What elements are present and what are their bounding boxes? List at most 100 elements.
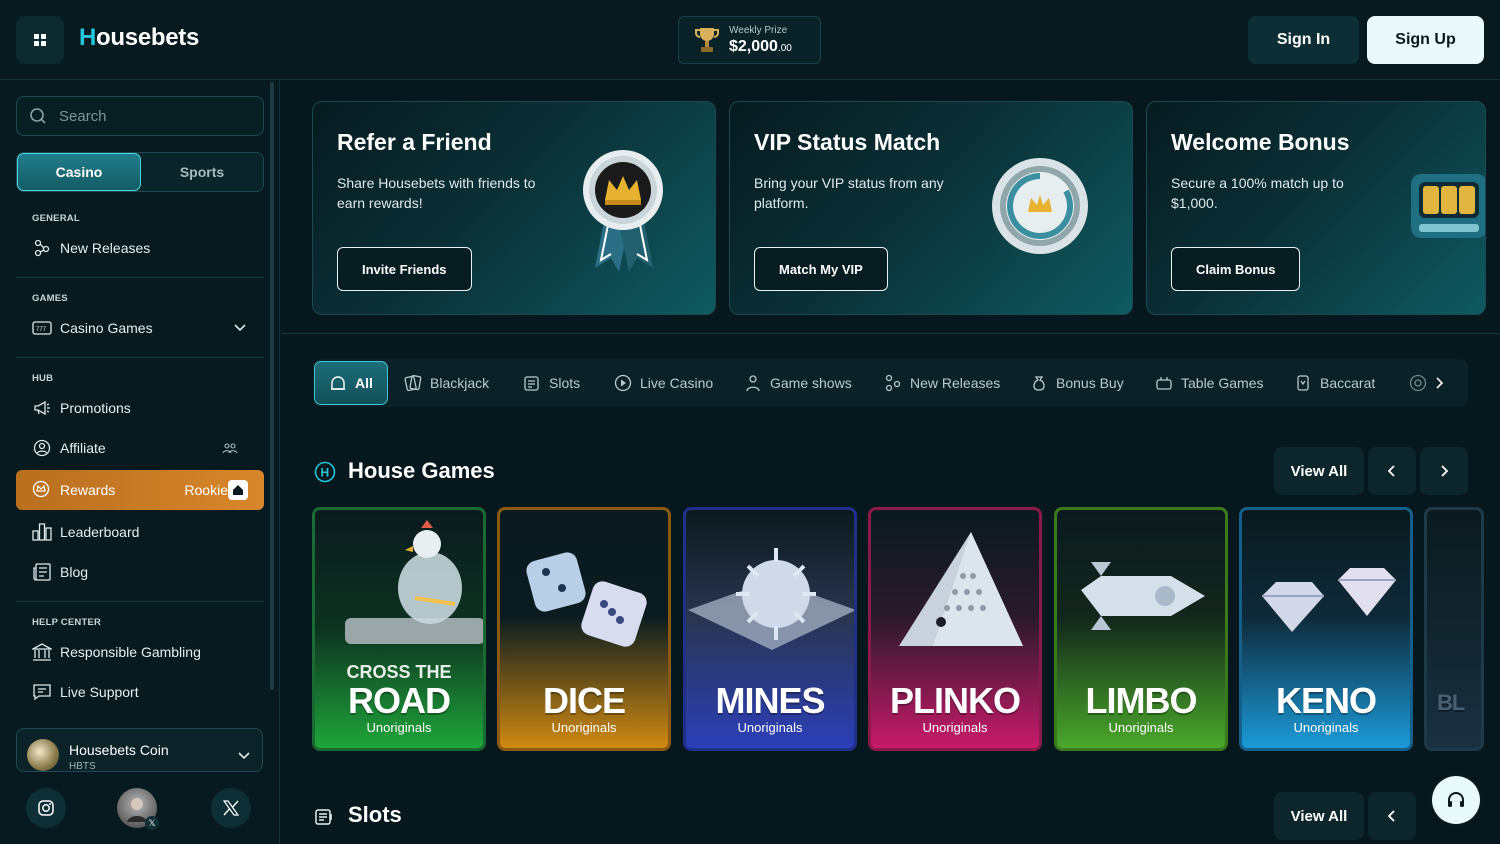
sidebar-item-live-support[interactable]: Live Support: [32, 680, 139, 704]
game-card-cross-the-road[interactable]: CROSS THE ROAD Unoriginals: [312, 507, 486, 751]
invite-friends-button[interactable]: Invite Friends: [337, 247, 472, 291]
newspaper-icon: [32, 562, 52, 582]
x-badge-icon: 𝕏: [145, 816, 159, 830]
house-games-view-all-button[interactable]: View All: [1274, 447, 1364, 495]
tab-bonus-buy[interactable]: Bonus Buy: [1030, 359, 1124, 407]
sidebar-item-new-releases[interactable]: New Releases: [32, 236, 150, 260]
chevron-down-icon[interactable]: [234, 324, 246, 332]
sidebar-item-label: Live Support: [60, 684, 139, 700]
sidebar-item-label: Responsible Gambling: [60, 644, 201, 660]
tab-slots[interactable]: Slots: [523, 359, 580, 407]
sidebar-item-label: Promotions: [60, 400, 131, 416]
banner-title: Welcome Bonus: [1171, 129, 1350, 155]
tab-game-shows[interactable]: Game shows: [744, 359, 852, 407]
banner-text: Secure a 100% match up to $1,000.: [1171, 175, 1344, 211]
sidebar-item-responsible-gambling[interactable]: Responsible Gambling: [32, 640, 201, 664]
banner-refer-friend[interactable]: Refer a Friend Share Housebets with frie…: [312, 101, 716, 315]
diamonds-art: [1262, 568, 1396, 632]
general-heading: GENERAL: [32, 213, 80, 224]
sidebar-item-label: New Releases: [60, 240, 151, 256]
sidebar-item-affiliate[interactable]: Affiliate: [32, 436, 238, 460]
house-games-prev-button[interactable]: [1368, 447, 1416, 495]
housebets-coin-widget[interactable]: Housebets Coin HBTS: [16, 728, 263, 772]
sidebar-scrollbar[interactable]: [270, 82, 274, 690]
tab-new-releases[interactable]: New Releases: [884, 359, 1000, 407]
claim-bonus-button[interactable]: Claim Bonus: [1171, 247, 1301, 291]
prize-value: $2,000.00: [729, 38, 792, 56]
top-bar: Housebets Weekly Prize $2,000.00 Sign In…: [0, 0, 1500, 80]
x-icon: [223, 800, 239, 816]
tab-table-games[interactable]: Table Games: [1155, 359, 1263, 407]
tab-baccarat[interactable]: Baccarat: [1294, 359, 1375, 407]
vip-coin-icon: [992, 158, 1088, 254]
tab-sports[interactable]: Sports: [141, 153, 263, 191]
chevron-right-icon[interactable]: [1435, 377, 1443, 389]
game-card-dice[interactable]: DICE Unoriginals: [497, 507, 671, 751]
coin-ticker: HBTS: [69, 761, 96, 772]
tab-label: All: [355, 375, 373, 391]
sidebar-item-promotions[interactable]: Promotions: [32, 396, 131, 420]
game-card-partial[interactable]: BL: [1424, 507, 1484, 751]
banner-welcome-bonus[interactable]: Welcome Bonus Secure a 100% match up to …: [1146, 101, 1486, 315]
tab-live-casino[interactable]: Live Casino: [614, 359, 713, 407]
rewards-rank: Rookie: [184, 482, 228, 498]
sign-up-button[interactable]: Sign Up: [1367, 16, 1484, 64]
x-link[interactable]: [211, 788, 251, 828]
slots-icon: [524, 376, 539, 391]
instagram-link[interactable]: [26, 788, 66, 828]
chat-icon: [32, 682, 52, 702]
match-my-vip-button[interactable]: Match My VIP: [754, 247, 888, 291]
logo[interactable]: Housebets: [79, 24, 199, 52]
house-games-icon: H: [314, 461, 336, 483]
game-card-keno[interactable]: KENO Unoriginals: [1239, 507, 1413, 751]
menu-button[interactable]: [16, 16, 64, 64]
house-games-next-button[interactable]: [1420, 447, 1468, 495]
game-card-provider: Unoriginals: [922, 720, 988, 735]
game-card-provider: Unoriginals: [551, 720, 617, 735]
sidebar-item-rewards[interactable]: Rewards Rookie: [16, 470, 264, 510]
founder-x-profile[interactable]: 𝕏: [117, 788, 159, 830]
game-card-limbo[interactable]: LIMBO Unoriginals: [1054, 507, 1228, 751]
sidebar-item-casino-games[interactable]: 777 Casino Games: [32, 316, 246, 340]
slot-machine-icon: 777: [32, 318, 52, 338]
game-card-title: KENO: [1275, 680, 1377, 721]
divider: [16, 357, 264, 358]
game-card-provider: Unoriginals: [366, 720, 432, 735]
tab-label: Blackjack: [430, 375, 490, 391]
tab-all[interactable]: All: [314, 361, 388, 405]
banner-vip-status-match[interactable]: VIP Status Match Bring your VIP status f…: [729, 101, 1133, 315]
slots-prev-button[interactable]: [1368, 792, 1416, 840]
search-input[interactable]: Search: [16, 96, 264, 136]
play-circle-icon: [614, 374, 632, 392]
chevron-left-icon: [1388, 810, 1395, 822]
sidebar-item-blog[interactable]: Blog: [32, 560, 88, 584]
coin-name: Housebets Coin: [69, 742, 169, 758]
logo-text: ousebets: [96, 24, 200, 51]
chevron-down-icon[interactable]: [238, 752, 250, 760]
sidebar-item-leaderboard[interactable]: Leaderboard: [32, 520, 139, 544]
headset-icon: [1448, 792, 1464, 807]
divider: [16, 601, 264, 602]
game-card-plinko[interactable]: PLINKO Unoriginals: [868, 507, 1042, 751]
slots-view-all-button[interactable]: View All: [1274, 792, 1364, 840]
game-card-mines[interactable]: MINES Unoriginals: [683, 507, 857, 751]
slot-machine-icon: [1411, 174, 1485, 238]
tab-casino[interactable]: Casino: [17, 153, 141, 191]
category-tabs: All Blackjack Slots Live Casino Game sho…: [313, 359, 1468, 407]
user-dollar-icon: [32, 438, 52, 458]
sparkle-icon: [885, 374, 901, 392]
roulette-icon: [1409, 374, 1427, 392]
sidebar-item-label: Blog: [60, 564, 89, 580]
banner-text: Share Housebets with friends to earn rew…: [337, 175, 536, 211]
sign-in-button[interactable]: Sign In: [1248, 16, 1359, 64]
bank-icon: [32, 642, 52, 662]
money-bag-icon: [1033, 376, 1045, 391]
house-games-title: House Games: [348, 458, 495, 483]
slots-title: Slots: [348, 802, 402, 827]
svg-text:777: 777: [36, 327, 47, 333]
tab-more[interactable]: [1409, 359, 1443, 407]
weekly-prize[interactable]: Weekly Prize $2,000.00: [678, 16, 821, 64]
game-card-title: DICE: [542, 680, 626, 721]
tab-blackjack[interactable]: Blackjack: [404, 359, 489, 407]
live-support-button[interactable]: [1432, 776, 1480, 824]
